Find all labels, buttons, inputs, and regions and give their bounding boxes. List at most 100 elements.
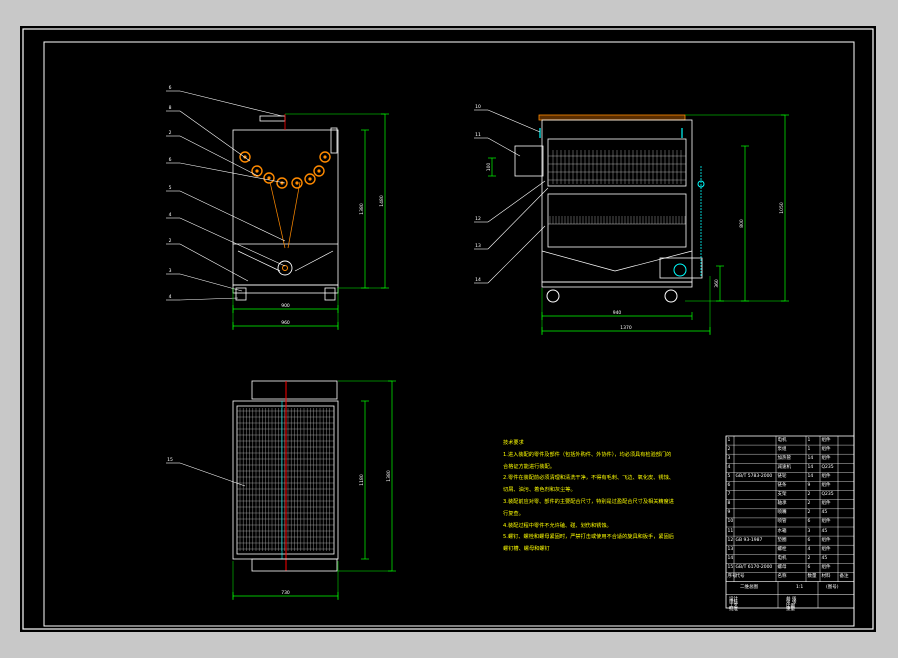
front-balloon-number: 4: [169, 294, 172, 300]
title-block-cell: 13: [727, 546, 734, 552]
title-block-cell: 1: [807, 446, 811, 452]
title-block-header: 材料: [821, 574, 831, 579]
title-block-cell: GB/T 6170-2000: [735, 564, 773, 570]
front-dim-h2-label: 1480: [379, 195, 385, 207]
front-dim-h1-label: 1380: [359, 203, 365, 215]
side-balloon-number: 11: [475, 132, 481, 138]
title-block-footer-right: 重量: [786, 607, 795, 613]
side-top-cover: [538, 114, 686, 121]
plan-motor: [251, 380, 338, 400]
technical-note-line: 2.零件在装配前必须清理和清洗干净，不得有毛刺、飞边、氧化皮、锈蚀、: [503, 475, 674, 482]
side-wheel-right: [664, 289, 678, 303]
title-block-cell: 4: [727, 464, 731, 470]
front-balloon-leader: [179, 135, 259, 177]
technical-note-line: 1.进入装配的零件及部件（包括外购件、外协件），均必须具有检验部门的: [503, 451, 672, 458]
title-block-cell: 泵组: [777, 446, 787, 452]
side-balloon-number: 14: [475, 277, 481, 283]
title-block-cell: 45: [821, 555, 828, 561]
title-block-cell: 组件: [821, 437, 831, 443]
spray-ring-hub: [308, 177, 312, 181]
spray-ring-hub: [323, 155, 327, 159]
plan-balloon-number: 15: [167, 457, 173, 463]
technical-notes: 技术要求 1.进入装配的零件及部件（包括外购件、外协件），均必须具有检验部门的 …: [503, 438, 703, 556]
plan-balloon-leader: [179, 462, 246, 487]
front-motor-shaft: [282, 265, 288, 271]
side-dim-tank-label: 940: [613, 310, 622, 316]
front-balloon-leader: [179, 90, 283, 117]
front-balloon-number: 6: [169, 157, 172, 163]
side-balloon-number: 13: [475, 243, 481, 249]
title-block-cell: 组件: [821, 501, 831, 507]
side-motor-box: [514, 145, 544, 177]
title-block-cell: 2: [727, 446, 731, 452]
title-block-cell: 45: [821, 528, 828, 534]
spray-ring-hub: [295, 181, 299, 185]
front-motor: [277, 260, 293, 276]
title-block-cell: 11: [727, 528, 734, 534]
title-block-cell: 组件: [821, 537, 831, 543]
title-block-cell: 9: [727, 510, 731, 516]
front-balloon-leader: [179, 243, 249, 282]
technical-note-line: 3.装配前应对零、部件的主要配合尺寸，特别是过盈配合尺寸及相关精度进: [503, 498, 674, 505]
title-block-cell: 2: [807, 492, 811, 498]
drawing-sheet: 6 8 2 6 5 4 2 3 4 900 960 1380 1480 10 11 12 13 14 940 1370…: [20, 26, 876, 632]
front-balloon-leader: [179, 110, 251, 162]
title-block-cell: 支架: [777, 492, 787, 498]
title-block-cell: 喷管: [777, 519, 787, 525]
front-balloon-number: 5: [169, 185, 172, 191]
plan-dim-d2-label: 1380: [386, 470, 392, 482]
title-block-cell: 14: [807, 464, 814, 470]
technical-note-line: 合格证方能进行装配。: [503, 463, 555, 470]
title-block-cell: Q235: [821, 492, 834, 498]
title-block-cell: 链轮: [777, 473, 787, 479]
title-block-cell: 轴承: [777, 501, 787, 507]
title-block-cell: 加热管: [777, 455, 792, 461]
side-pump-head: [673, 263, 687, 277]
side-lower-basket: [547, 193, 687, 248]
title-block-cell: 7: [727, 492, 731, 498]
front-balloon-number: 6: [169, 85, 172, 91]
side-balloon-number: 12: [475, 216, 481, 222]
title-block-footer-left: 批准: [729, 607, 738, 613]
front-hopper-right: [294, 250, 334, 272]
title-block-cell: Q235: [821, 464, 834, 470]
side-dim-mid-label: 800: [739, 219, 745, 228]
front-dim-outer-width-label: 960: [281, 320, 290, 326]
title-block-cell: 组件: [821, 519, 831, 525]
spray-ring-hub: [255, 169, 259, 173]
title-block-cell: 垫圈: [777, 537, 787, 543]
title-block-cell: 减速机: [777, 464, 792, 470]
title-block-cell: 12: [727, 537, 734, 543]
side-balloon-leader: [487, 109, 541, 133]
spray-ring-hub: [317, 169, 321, 173]
side-balloon-number: 10: [475, 104, 481, 110]
side-dim-h-label: 1050: [779, 202, 785, 214]
belt-right: [287, 181, 301, 249]
title-block-cell: 45: [821, 510, 828, 516]
side-balloon-leader: [487, 187, 549, 250]
title-block-cell: 2: [807, 501, 811, 507]
title-block-cell: 3: [807, 528, 811, 534]
title-block-cell: 15: [727, 564, 734, 570]
title-block-cell: GB/T 5783-2000: [735, 473, 773, 479]
drawing-name: 二维总图: [740, 584, 758, 590]
side-dim-offset-label: 100: [486, 163, 492, 172]
front-side-box: [330, 127, 338, 154]
title-block-cell: 螺栓: [777, 546, 787, 552]
technical-notes-title: 技术要求: [503, 440, 524, 446]
title-block-cell: 2: [807, 510, 811, 516]
front-balloon-leader: [179, 217, 286, 267]
side-balloon-leader: [487, 180, 546, 223]
technical-note-line: 螺钉槽、螺母和螺钉: [503, 546, 550, 553]
plan-dim-width-label: 730: [281, 590, 290, 596]
front-balloon-leader: [179, 190, 286, 242]
title-block-cell: 6: [807, 537, 811, 543]
title-block-cell: 电机: [777, 437, 787, 443]
side-pump: [659, 257, 703, 279]
front-foot-right: [324, 287, 336, 301]
title-block-cell: 5: [727, 473, 731, 479]
side-hopper-right: [614, 250, 693, 272]
technical-note-line: 切屑、油污、着色剂和灰尘等。: [503, 487, 576, 494]
side-balloon-leader: [487, 225, 546, 284]
title-block-cell: 4: [807, 546, 811, 552]
